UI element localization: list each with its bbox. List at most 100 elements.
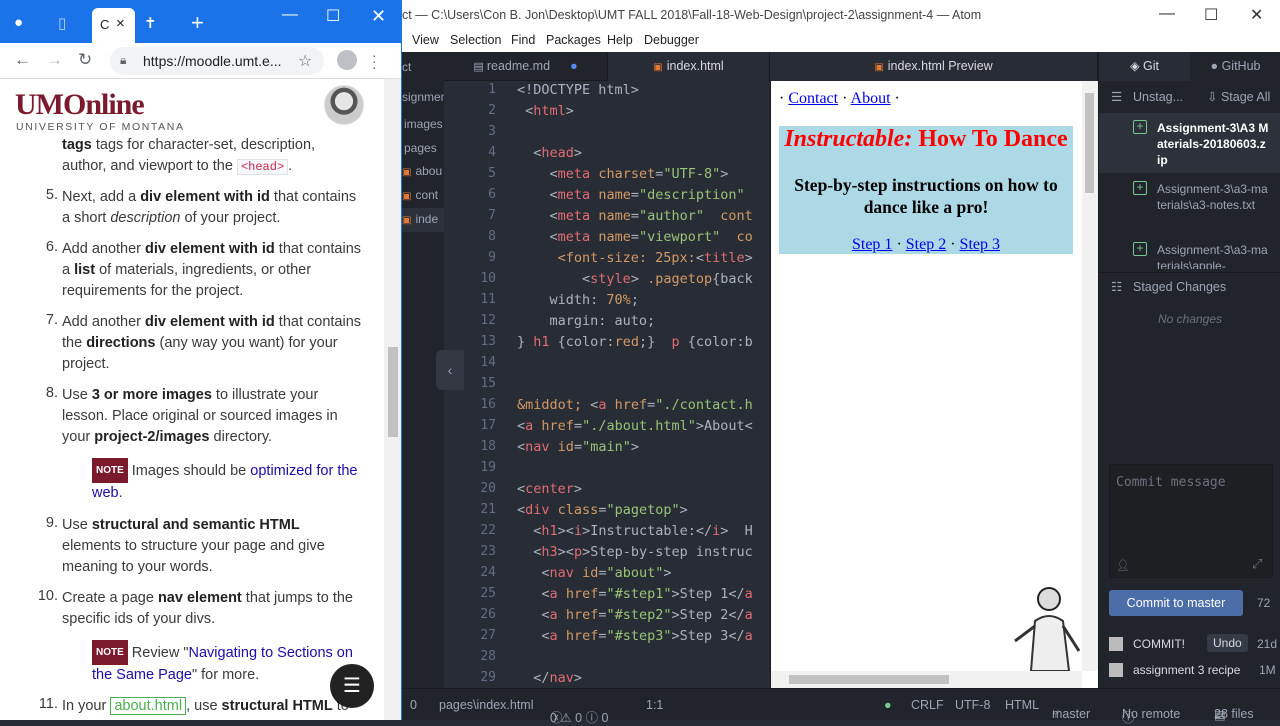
preview-about-link[interactable]: About	[851, 90, 891, 107]
preview-pagetop: Instructable: How To Dance Step-by-step …	[779, 126, 1073, 254]
tree-file-index[interactable]: ▣ inde	[402, 208, 444, 232]
preview-hscrollbar[interactable]	[771, 671, 1082, 688]
scroll-thumb[interactable]	[1085, 93, 1094, 193]
active-tab[interactable]: C ×	[92, 8, 135, 43]
doc-tab-icon[interactable]: ▯	[58, 14, 66, 32]
encoding[interactable]: UTF-8	[955, 698, 990, 712]
list-number: 11.	[38, 696, 58, 712]
list-number: 5.	[45, 187, 58, 203]
minimize-icon[interactable]: —	[1159, 5, 1175, 23]
file-path: Assignment-3\A3 Materials-20180603.zip	[1157, 121, 1269, 167]
status-count[interactable]: 0	[410, 698, 417, 712]
git-tabs: ◈ Git ● GitHub	[1099, 52, 1280, 81]
line-number: 16	[480, 397, 496, 412]
drawer-menu-icon[interactable]: ☰	[330, 664, 374, 708]
omnibox[interactable]: 🔒︎ https://moodle.umt.e... ☆	[110, 47, 324, 75]
tab-readme[interactable]: ▤ readme.md ●	[444, 52, 608, 81]
code-line: &middot; <a href="./contact.h	[517, 397, 753, 413]
tree-folder-pages[interactable]: pages	[404, 141, 437, 155]
tab-github[interactable]: ● GitHub	[1190, 52, 1280, 81]
tree-file-contact[interactable]: ▣ cont	[402, 188, 438, 202]
forward-icon[interactable]: →	[46, 50, 63, 70]
line-number: 9	[488, 250, 496, 265]
tree-folder-assignment[interactable]: signmen	[402, 90, 444, 104]
page-scrollbar[interactable]	[384, 79, 401, 720]
co-author-icon[interactable]: 👤︎	[1116, 559, 1130, 572]
tree-folder-images[interactable]: images	[404, 117, 443, 131]
back-icon[interactable]: ←	[14, 50, 31, 70]
code-line: <html>	[525, 103, 574, 119]
cursor-position[interactable]: 1:1	[646, 698, 663, 712]
heading-italic: Instructable:	[784, 126, 913, 152]
added-file-icon: +	[1133, 120, 1147, 134]
commit-history-item[interactable]: assignment 3 recipe 1M	[1109, 660, 1277, 682]
preview-nav: · Contact · About ·	[779, 90, 900, 108]
close-window-icon[interactable]: ✕	[1250, 5, 1263, 25]
unstaged-file[interactable]: + Assignment-3\a3-materials\a3-notes.txt	[1099, 174, 1280, 234]
code-editor[interactable]: 1 2 3 4 5 6 7 8 9 10 11 12 13 14 15 16 17 18 19 20 21 22 23 24 2…	[444, 81, 770, 688]
tab-preview[interactable]: ▣ index.html Preview	[770, 52, 1098, 81]
tab-git[interactable]: ◈ Git	[1099, 52, 1190, 81]
preview-contact-link[interactable]: Contact	[788, 90, 838, 107]
line-ending[interactable]: CRLF	[911, 698, 944, 712]
user-avatar[interactable]	[324, 85, 364, 125]
files-count: 28 files	[1214, 707, 1254, 721]
expand-icon[interactable]: ⤢	[1252, 557, 1262, 572]
undo-button[interactable]: Undo	[1207, 634, 1248, 652]
tree-root[interactable]: ct	[402, 60, 411, 74]
code-line: <!DOCTYPE html>	[517, 82, 639, 98]
grammar-selector[interactable]: HTML	[1005, 698, 1039, 712]
unstaged-file[interactable]: + Assignment-3\a3-materials\apple-	[1099, 235, 1280, 269]
tree-file-about[interactable]: ▣ abou	[402, 164, 442, 178]
umonline-logo[interactable]: UMOnline	[15, 88, 145, 122]
github-tab-icon[interactable]: ●	[14, 14, 23, 31]
scroll-thumb[interactable]	[388, 347, 398, 437]
profile-avatar-icon[interactable]	[337, 50, 357, 70]
tab-favicon-icon[interactable]: ✝	[144, 14, 157, 32]
note-1: NOTE Images should be optimized for the w…	[92, 458, 362, 504]
reload-icon[interactable]: ↻	[78, 50, 92, 70]
step3-link[interactable]: Step 3	[960, 236, 1000, 253]
tab-index-html[interactable]: ▣ index.html	[608, 52, 770, 81]
text: .	[118, 485, 123, 501]
status-file-path[interactable]: pages\index.html	[439, 698, 534, 712]
heading-rest: How To Dance	[912, 126, 1068, 152]
commit-history-item[interactable]: COMMIT! Undo 21d	[1109, 634, 1277, 656]
close-window-icon[interactable]: ✕	[371, 6, 386, 27]
code-line: <h1><i>Instructable:</i> H	[533, 523, 753, 539]
maximize-icon[interactable]: ☐	[326, 6, 340, 26]
new-tab-icon[interactable]: +	[191, 10, 204, 36]
code-line: <style> .pagetop{back	[582, 271, 753, 287]
preview-step-nav: Step 1 · Step 2 · Step 3	[779, 236, 1073, 254]
unstaged-file[interactable]: + Assignment-3\A3 Materials-20180603.zip	[1099, 113, 1280, 173]
line-number: 21	[480, 502, 496, 517]
menu-selection[interactable]: Selection	[450, 33, 501, 47]
menu-debugger[interactable]: Debugger	[644, 33, 699, 47]
unstaged-label: Unstag...	[1133, 90, 1184, 104]
bookmark-star-icon[interactable]: ☆	[298, 51, 312, 71]
close-tab-icon[interactable]: ×	[116, 15, 125, 32]
code-line: <meta name="description"	[549, 187, 745, 203]
minimize-icon[interactable]: —	[282, 6, 298, 24]
url-text[interactable]: https://moodle.umt.e...	[143, 53, 282, 69]
stage-all-button[interactable]: ⇩ Stage All	[1207, 83, 1270, 111]
preview-vscrollbar[interactable]	[1082, 81, 1098, 671]
menu-view[interactable]: View	[412, 33, 439, 47]
menu-help[interactable]: Help	[607, 33, 633, 47]
char-count: 72	[1257, 596, 1271, 610]
collapse-tree-chevron-icon[interactable]: ‹	[436, 350, 464, 390]
maximize-icon[interactable]: ☐	[1204, 5, 1218, 25]
tags-bold: tags	[62, 137, 92, 153]
commit-message-input[interactable]: Commit message 👤︎ ⤢	[1109, 464, 1273, 578]
menu-packages[interactable]: Packages	[546, 33, 601, 47]
bold-text: list	[74, 262, 96, 278]
file-path: Assignment-3\a3-materials\a3-notes.txt	[1157, 182, 1268, 212]
menu-find[interactable]: Find	[511, 33, 535, 47]
step2-link[interactable]: Step 2	[906, 236, 946, 253]
commit-button[interactable]: Commit to master	[1109, 590, 1243, 616]
line-number: 29	[480, 670, 496, 685]
author-avatar	[1109, 663, 1123, 677]
step1-link[interactable]: Step 1	[852, 236, 892, 253]
scroll-thumb[interactable]	[789, 675, 949, 684]
menu-kebab-icon[interactable]: · · ·	[372, 48, 377, 74]
